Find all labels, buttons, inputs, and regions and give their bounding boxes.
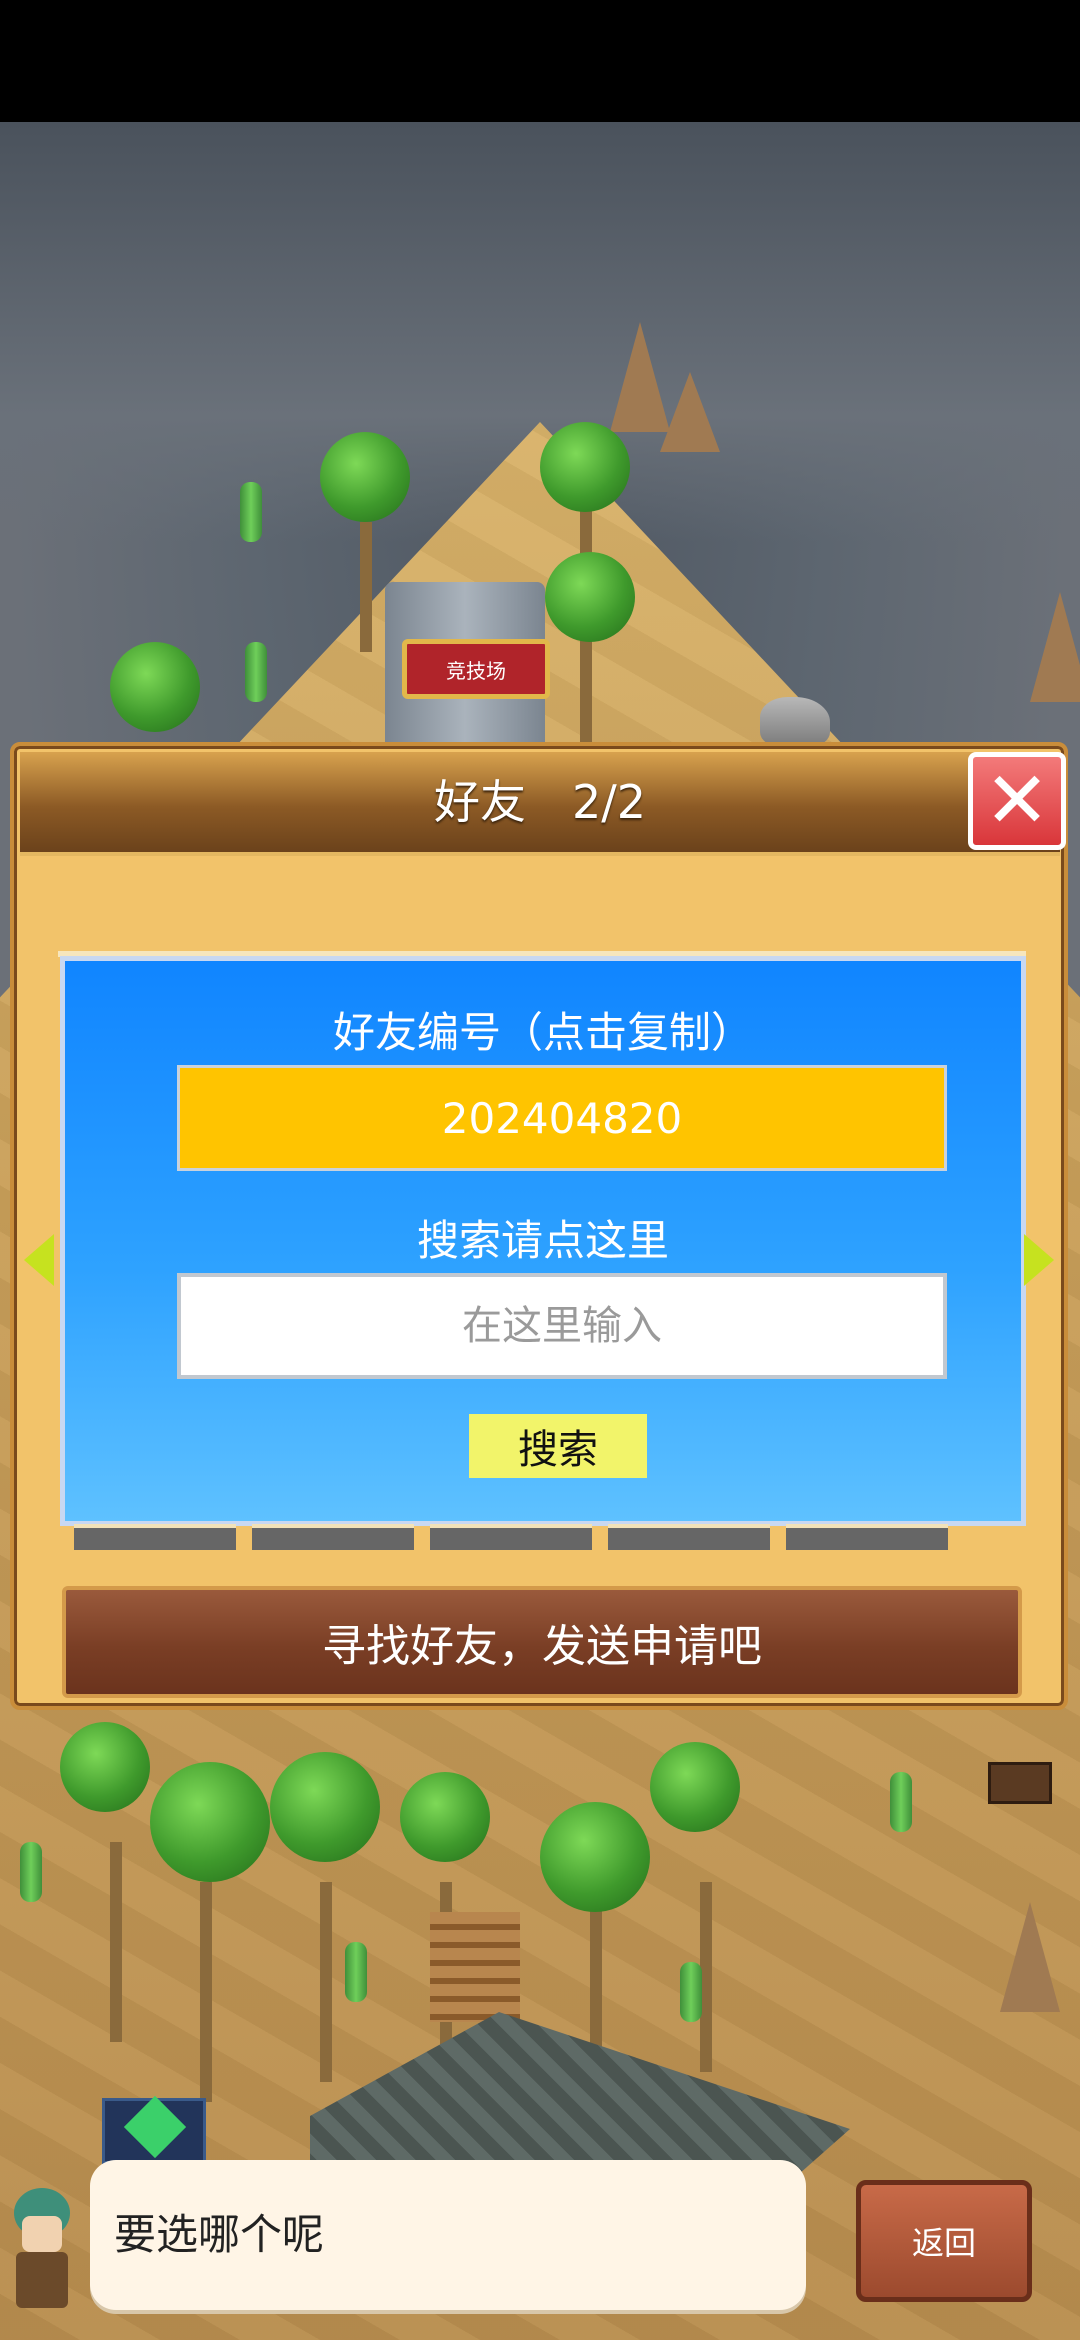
- friend-search-panel: 好友编号（点击复制） 202404820 搜索请点这里 搜索: [60, 956, 1026, 1526]
- palm-tree: [400, 1772, 490, 1862]
- palm-tree: [545, 552, 635, 642]
- cactus: [245, 642, 267, 702]
- friends-dialog: 好友 2/2 ✕ 好友编号（点击复制） 202404820 搜索请点这里 搜索 …: [10, 742, 1068, 1710]
- next-page-arrow-icon[interactable]: [1024, 1234, 1054, 1286]
- dialog-header: 好友 2/2: [20, 752, 1060, 856]
- rock-spire: [1000, 1902, 1060, 2012]
- cactus: [345, 1942, 367, 2002]
- palm-trunk: [200, 1882, 212, 2102]
- character-avatar-icon: [4, 2168, 82, 2318]
- palm-tree: [320, 432, 410, 522]
- palm-trunk: [360, 522, 372, 652]
- palm-tree: [540, 1802, 650, 1912]
- cactus: [20, 1842, 42, 1902]
- palm-tree: [110, 642, 200, 732]
- palm-tree: [540, 422, 630, 512]
- cactus: [240, 482, 262, 542]
- cactus: [890, 1772, 912, 1832]
- search-input[interactable]: [177, 1273, 947, 1379]
- search-button[interactable]: 搜索: [469, 1414, 647, 1478]
- palm-tree: [270, 1752, 380, 1862]
- palm-tree: [650, 1742, 740, 1832]
- status-bar: [0, 0, 1080, 122]
- tab-slot[interactable]: [74, 1524, 236, 1550]
- arena-sign[interactable]: 竞技场: [402, 639, 550, 699]
- gem-button[interactable]: [102, 2095, 206, 2164]
- treasure-chest[interactable]: [988, 1762, 1052, 1804]
- cactus: [680, 1962, 702, 2022]
- wooden-tower[interactable]: [430, 1912, 520, 2022]
- close-icon: ✕: [984, 756, 1050, 846]
- palm-tree: [150, 1762, 270, 1882]
- search-label: 搜索请点这里: [416, 1216, 669, 1265]
- find-friends-button[interactable]: 寻找好友，发送申请吧: [62, 1586, 1022, 1698]
- boulder: [760, 697, 830, 747]
- speech-text: 要选哪个呢: [114, 2210, 325, 2259]
- prev-page-arrow-icon[interactable]: [24, 1234, 54, 1286]
- friend-id-label: 好友编号（点击复制）: [332, 1008, 753, 1057]
- gem-icon: [123, 2095, 187, 2159]
- palm-trunk: [580, 642, 592, 752]
- tab-slot[interactable]: [786, 1524, 948, 1550]
- speech-bubble: 要选哪个呢: [90, 2160, 806, 2310]
- rock-spire: [660, 372, 720, 452]
- dialog-title: 好友 2/2: [433, 775, 647, 829]
- close-button[interactable]: ✕: [968, 752, 1066, 850]
- tab-slot[interactable]: [608, 1524, 770, 1550]
- palm-trunk: [110, 1842, 122, 2042]
- tab-slot[interactable]: [252, 1524, 414, 1550]
- palm-trunk: [320, 1882, 332, 2082]
- back-button[interactable]: 返回: [856, 2180, 1032, 2302]
- friend-id-copy-field[interactable]: 202404820: [177, 1065, 947, 1171]
- rock-spire: [1030, 592, 1080, 702]
- tab-slot[interactable]: [430, 1524, 592, 1550]
- palm-tree: [60, 1722, 150, 1812]
